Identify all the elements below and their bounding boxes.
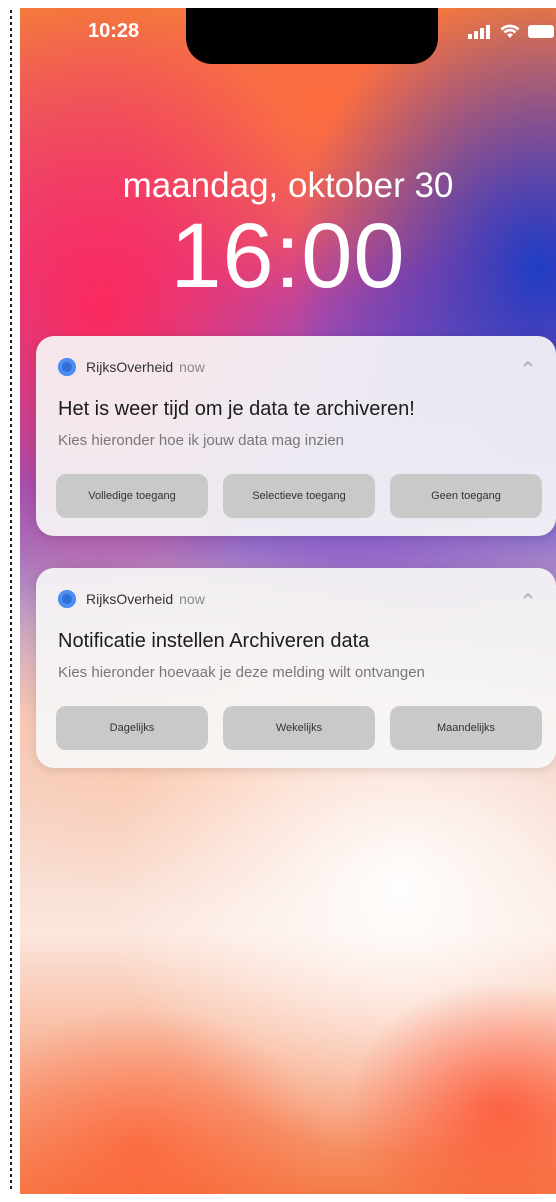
notification-time: now [179, 359, 205, 375]
app-name: RijksOverheid [86, 591, 174, 607]
app-name: RijksOverheid [86, 359, 174, 375]
notification-card[interactable]: RijksOverheid now Het is weer tijd om je … [36, 336, 556, 536]
lock-date: maandag, oktober 30 [122, 166, 454, 205]
status-icons [468, 24, 554, 39]
battery-icon [528, 25, 554, 38]
device-frame-edge [0, 0, 18, 1202]
no-access-button[interactable]: Geen toegang [390, 474, 542, 518]
weekly-button[interactable]: Wekelijks [223, 706, 375, 750]
signal-bars-icon [468, 24, 490, 39]
notification-header: RijksOverheid now [86, 591, 205, 607]
monthly-button[interactable]: Maandelijks [390, 706, 542, 750]
full-access-button[interactable]: Volledige toegang [56, 474, 208, 518]
status-time: 10:28 [88, 20, 140, 42]
lock-screen: 10:28 maandag, oktober 30 16:00 RijksOve… [20, 8, 556, 1194]
notification-title: Notificatie instellen Archiveren data [58, 630, 370, 652]
notification-actions: Volledige toegang Selectieve toegang Gee… [56, 474, 542, 518]
app-icon [58, 358, 76, 376]
lock-time: 16:00 [170, 205, 406, 307]
wifi-icon [500, 24, 520, 38]
daily-button[interactable]: Dagelijks [56, 706, 208, 750]
notification-actions: Dagelijks Wekelijks Maandelijks [56, 706, 542, 750]
notification-body: Kies hieronder hoe ik jouw data mag inzi… [58, 432, 345, 449]
notification-card[interactable]: RijksOverheid now Notificatie instellen A… [36, 568, 556, 768]
chevron-up-icon[interactable] [522, 358, 534, 370]
notification-time: now [179, 591, 205, 607]
notification-body: Kies hieronder hoevaak je deze melding w… [58, 664, 425, 681]
notification-title: Het is weer tijd om je data te archivere… [58, 398, 415, 420]
selective-access-button[interactable]: Selectieve toegang [223, 474, 375, 518]
notch [186, 8, 438, 64]
app-icon [58, 590, 76, 608]
chevron-up-icon[interactable] [522, 590, 534, 602]
notification-header: RijksOverheid now [86, 359, 205, 375]
